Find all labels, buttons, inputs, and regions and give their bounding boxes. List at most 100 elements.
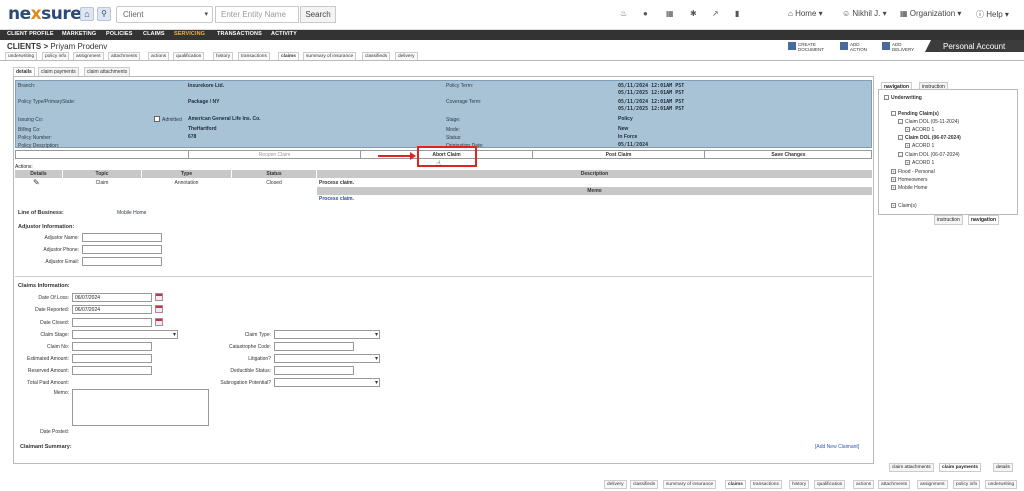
tree-mobile-home[interactable]: + Mobile Home: [891, 185, 927, 191]
tab-claim-attachments-bottom[interactable]: claim attachments: [889, 463, 934, 472]
subtab-claims[interactable]: claims: [278, 52, 299, 60]
nav-marketing[interactable]: MARKETING: [62, 31, 96, 37]
reserved-amount-input[interactable]: [72, 366, 152, 375]
post-claim-button[interactable]: Post Claim: [532, 151, 704, 159]
user-menu[interactable]: ☺ Nikhil J. ▾: [842, 9, 887, 18]
catastrophe-code-input[interactable]: [274, 342, 354, 351]
admitted-checkbox[interactable]: [154, 116, 160, 122]
footer-history[interactable]: history: [789, 480, 810, 489]
policy-info-box: [15, 80, 872, 148]
nav-client-profile[interactable]: CLIENT PROFILE: [7, 31, 54, 37]
calendar-icon[interactable]: [155, 318, 163, 326]
subrogation-select[interactable]: [274, 378, 380, 387]
policy-description-label: Policy Description:: [18, 143, 60, 149]
memo-textarea[interactable]: [72, 389, 209, 426]
tree-claim-dol-1[interactable]: - Claim DOL (05-11-2024): [898, 119, 959, 125]
subtab-attachments[interactable]: attachments: [108, 52, 141, 60]
tree-claims[interactable]: + Claim(s): [891, 203, 917, 209]
subtab-assignment[interactable]: assignment: [73, 52, 104, 60]
footer-attachments[interactable]: attachments: [878, 480, 911, 489]
subtab-underwriting[interactable]: underwriting: [5, 52, 38, 60]
date-reported-input[interactable]: 06/07/2024: [72, 305, 152, 314]
nav-policies[interactable]: POLICIES: [106, 31, 132, 37]
add-delivery-button[interactable]: ADD DELIVERY: [882, 42, 914, 52]
nav-claims[interactable]: CLAIMS: [143, 31, 165, 37]
subtab-summary-of-insurance[interactable]: summary of insurance: [303, 52, 357, 60]
settings-icon[interactable]: ✱: [690, 9, 697, 18]
footer-actions[interactable]: actions: [853, 480, 875, 489]
footer-qualification[interactable]: qualification: [814, 480, 846, 489]
adjustor-email-label: Adjustor Email:: [45, 259, 79, 265]
subtab-delivery[interactable]: delivery: [395, 52, 418, 60]
tab-instruction-bottom[interactable]: instruction: [934, 215, 963, 225]
nav-activity[interactable]: ACTIVITY: [271, 31, 297, 37]
save-changes-button[interactable]: Save Changes: [704, 151, 872, 159]
estimated-amount-input[interactable]: [72, 354, 152, 363]
tree-acord-1[interactable]: + ACORD 1: [905, 127, 934, 133]
bell-icon[interactable]: ♨: [620, 9, 627, 18]
nav-servicing[interactable]: SERVICING: [174, 31, 205, 37]
footer-delivery[interactable]: delivery: [604, 480, 627, 489]
calendar-icon[interactable]: [155, 305, 163, 313]
adjustor-phone-input[interactable]: [82, 245, 162, 254]
external-link-icon[interactable]: ↗: [712, 9, 719, 18]
calendar-icon[interactable]: ▦: [666, 9, 674, 18]
footer-transactions[interactable]: transactions: [750, 480, 782, 489]
footer-assignment[interactable]: assignment: [917, 480, 948, 489]
subtab-transactions[interactable]: transactions: [238, 52, 270, 60]
date-of-loss-input[interactable]: 06/07/2024: [72, 293, 152, 302]
edit-icon[interactable]: ✎: [33, 178, 40, 187]
tree-underwriting[interactable]: - Underwriting: [884, 95, 922, 101]
col-topic: Topic: [63, 170, 141, 178]
litigation-select[interactable]: [274, 354, 380, 363]
organization-menu[interactable]: ▦ Organization ▾: [900, 9, 961, 18]
tree-acord-3[interactable]: + ACORD 1: [905, 160, 934, 166]
add-action-button[interactable]: ADD ACTION: [840, 42, 867, 52]
help-menu[interactable]: ⓘ Help ▾: [976, 9, 1009, 20]
action-icon: [840, 42, 848, 50]
subtab-actions[interactable]: actions: [148, 52, 170, 60]
document-icon: [788, 42, 796, 50]
footer-claims[interactable]: claims: [725, 480, 746, 489]
search-button[interactable]: Search: [300, 6, 336, 23]
nav-transactions[interactable]: TRANSACTIONS: [217, 31, 262, 37]
tree-claim-dol-3[interactable]: - Claim DOL (06-07-2024): [898, 152, 960, 158]
footer-classifieds[interactable]: classifieds: [630, 480, 659, 489]
entity-name-input[interactable]: Enter Entity Name: [215, 6, 299, 23]
subtab-classifieds[interactable]: classifieds: [362, 52, 391, 60]
bookmark-icon[interactable]: ▮: [735, 9, 739, 18]
adjustor-email-input[interactable]: [82, 257, 162, 266]
search-icon[interactable]: ⚲: [97, 7, 111, 21]
home-menu[interactable]: ⌂ Home ▾: [788, 9, 823, 18]
entity-type-select[interactable]: Client ▾: [116, 6, 213, 23]
create-document-button[interactable]: CREATE DOCUMENT: [788, 42, 824, 52]
adjustor-name-input[interactable]: [82, 233, 162, 242]
claim-type-select[interactable]: [274, 330, 380, 339]
subtab-policy-info[interactable]: policy info: [42, 52, 70, 60]
chat-icon[interactable]: ●: [643, 9, 648, 18]
subtab-qualification[interactable]: qualification: [173, 52, 205, 60]
date-closed-input[interactable]: [72, 318, 152, 327]
reopen-claim-button[interactable]: Reopen Claim: [188, 151, 360, 159]
tree-claim-dol-2[interactable]: - Claim DOL (06-07-2024): [898, 135, 961, 141]
tab-navigation-bottom[interactable]: navigation: [968, 215, 1000, 225]
col-type: Type: [142, 170, 231, 178]
tree-homeowners[interactable]: + Homeowners: [891, 177, 927, 183]
add-new-claimant-link[interactable]: [Add New Claimant]: [815, 444, 859, 450]
calendar-icon[interactable]: [155, 293, 163, 301]
subtab-history[interactable]: history: [213, 52, 234, 60]
tree-acord-2[interactable]: + ACORD 1: [905, 143, 934, 149]
date-closed-label: Date Closed:: [40, 320, 69, 326]
footer-underwriting[interactable]: underwriting: [985, 480, 1018, 489]
tab-details-bottom[interactable]: details: [993, 463, 1013, 472]
tab-claim-payments-bottom[interactable]: claim payments: [939, 463, 981, 472]
footer-policy-info[interactable]: policy info: [953, 480, 981, 489]
tree-pending-claims[interactable]: - Pending Claim(s): [891, 111, 939, 117]
nexsure-logo[interactable]: nexsure: [8, 4, 82, 24]
home-icon[interactable]: ⌂: [80, 7, 94, 21]
tree-flood-personal[interactable]: + Flood - Personal: [891, 169, 935, 175]
deductible-status-input[interactable]: [274, 366, 354, 375]
footer-summary-of-insurance[interactable]: summary of insurance: [663, 480, 717, 489]
claim-stage-select[interactable]: [72, 330, 178, 339]
claim-no-input[interactable]: [72, 342, 152, 351]
